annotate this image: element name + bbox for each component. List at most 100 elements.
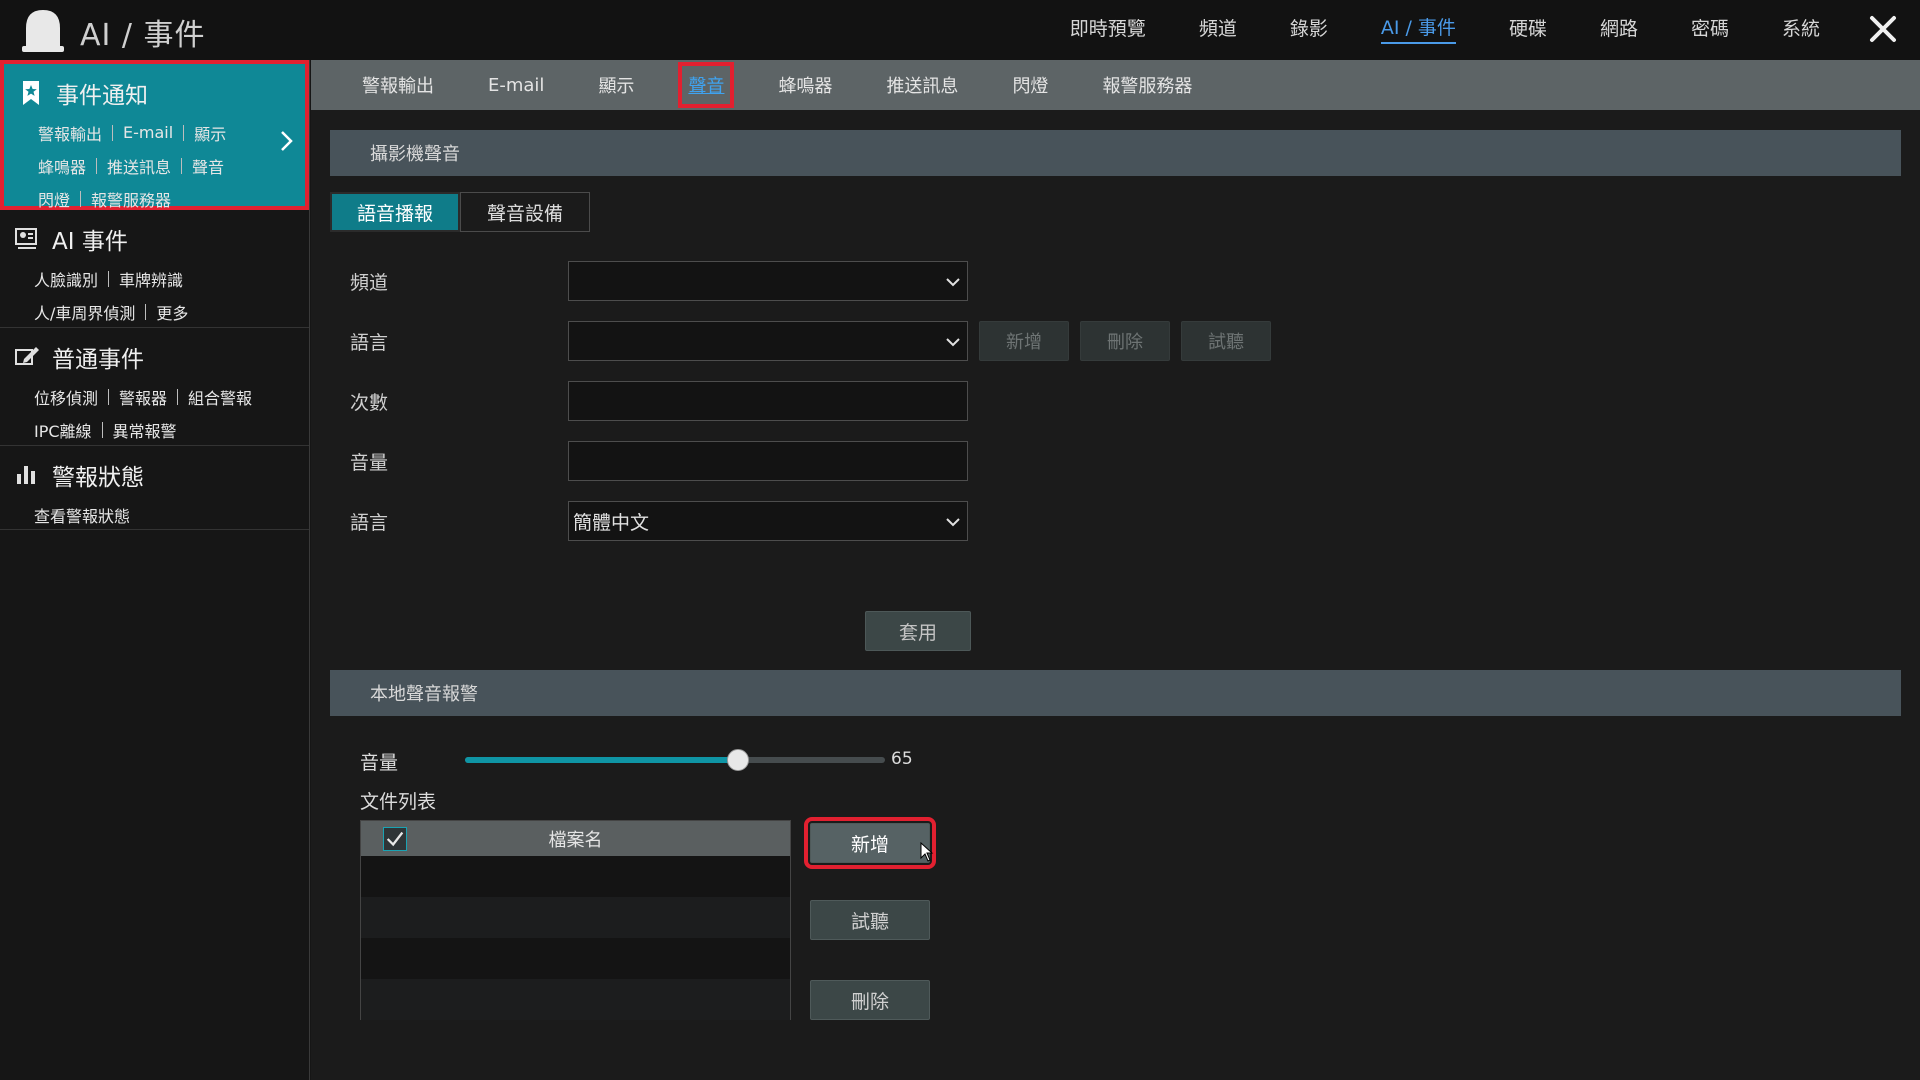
- sidebar-link-combined-alarm[interactable]: 組合警報: [188, 385, 252, 409]
- divider: [112, 124, 114, 141]
- sidebar-section-title: AI 事件: [52, 229, 128, 255]
- sidebar-link-buzzer[interactable]: 蜂鳴器: [38, 154, 86, 178]
- language2-label: 語言: [350, 511, 389, 534]
- page-title: AI / 事件: [80, 18, 206, 53]
- nav-network[interactable]: 網路: [1600, 14, 1638, 43]
- table-row[interactable]: [361, 979, 790, 1020]
- count-row: 次數: [350, 381, 968, 421]
- sidebar-link-email[interactable]: E-mail: [123, 123, 173, 142]
- language-delete-button[interactable]: 刪除: [1080, 321, 1170, 361]
- table-row[interactable]: [361, 938, 790, 979]
- chevron-down-icon: [946, 278, 960, 287]
- mode-tab-group: 語音播報 聲音設備: [330, 192, 590, 232]
- tab-email[interactable]: E-mail: [488, 75, 544, 96]
- count-input[interactable]: [568, 381, 968, 421]
- sidebar-link-ipc-offline[interactable]: IPC離線: [34, 418, 92, 442]
- sidebar-link-motion[interactable]: 位移偵測: [34, 385, 98, 409]
- count-label: 次數: [350, 391, 389, 414]
- sidebar-link-sound[interactable]: 聲音: [192, 154, 224, 178]
- top-bar: AI / 事件 即時預覽 頻道 錄影 AI / 事件 硬碟 網路 密碼 系統: [0, 0, 1920, 60]
- nav-live-preview[interactable]: 即時預覽: [1070, 14, 1146, 43]
- close-icon[interactable]: [1868, 14, 1898, 44]
- divider: [108, 388, 110, 405]
- divider: [183, 124, 185, 141]
- sidebar-link-view-alarm-status[interactable]: 查看警報狀態: [34, 503, 130, 527]
- sidebar-link-push[interactable]: 推送訊息: [107, 154, 171, 178]
- sidebar-section-normal-event[interactable]: 普通事件 位移偵測 警報器 組合警報 IPC離線 異常報警: [0, 328, 309, 446]
- file-name-column-header: 檔案名: [548, 829, 603, 851]
- language-row: 語言 新增 刪除 試聽: [350, 321, 1271, 361]
- channel-select[interactable]: [568, 261, 968, 301]
- table-row[interactable]: [361, 856, 790, 897]
- sidebar-link-alarm-server[interactable]: 報警服務器: [91, 187, 171, 211]
- sidebar-link-flash[interactable]: 閃燈: [38, 187, 70, 211]
- channel-label: 頻道: [350, 271, 389, 294]
- sidebar-section-title: 事件通知: [56, 83, 148, 109]
- language-select[interactable]: [568, 321, 968, 361]
- volume-value-readout: 65: [891, 749, 913, 769]
- section-header-local-sound: 本地聲音報警: [330, 670, 1901, 716]
- add-file-button[interactable]: 新增: [804, 817, 936, 869]
- divider: [145, 303, 147, 320]
- language2-select[interactable]: 簡體中文: [568, 501, 968, 541]
- sidebar-section-alarm-status[interactable]: 警報狀態 查看警報狀態: [0, 446, 309, 530]
- tab-alarm-output[interactable]: 警報輸出: [362, 72, 434, 98]
- edit-event-icon: [15, 347, 39, 365]
- sidebar-link-plate-recognition[interactable]: 車牌辨識: [119, 267, 183, 291]
- mouse-cursor-icon: [920, 842, 934, 862]
- sidebar-link-exception[interactable]: 異常報警: [113, 418, 177, 442]
- tab-alarm-server[interactable]: 報警服務器: [1102, 72, 1192, 98]
- table-header: 檔案名: [361, 821, 790, 856]
- volume-slider-thumb[interactable]: [727, 749, 749, 771]
- volume-slider-fill: [465, 757, 738, 763]
- sidebar-section-title: 普通事件: [52, 347, 144, 373]
- language-label: 語言: [350, 331, 389, 354]
- sidebar-link-face-recognition[interactable]: 人臉識別: [34, 267, 98, 291]
- volume-input[interactable]: [568, 441, 968, 481]
- tab-buzzer[interactable]: 蜂鳴器: [778, 72, 832, 98]
- preview-file-button[interactable]: 試聽: [810, 900, 930, 940]
- nav-disk[interactable]: 硬碟: [1509, 14, 1547, 43]
- apply-button[interactable]: 套用: [865, 611, 971, 651]
- divider: [80, 190, 82, 207]
- language-add-button[interactable]: 新增: [979, 321, 1069, 361]
- chevron-right-icon: [281, 131, 293, 151]
- ai-face-icon: [15, 228, 37, 249]
- nav-password[interactable]: 密碼: [1691, 14, 1729, 43]
- sidebar: 事件通知 警報輸出 E-mail 顯示 蜂鳴器 推送訊息 聲音 閃燈 報警服務器: [0, 60, 310, 1080]
- divider: [101, 421, 103, 438]
- chevron-down-icon: [946, 338, 960, 347]
- language2-row: 語言 簡體中文: [350, 501, 968, 541]
- delete-file-button[interactable]: 刪除: [810, 980, 930, 1020]
- tab-sound[interactable]: 聲音: [678, 62, 735, 108]
- select-all-checkbox[interactable]: [383, 827, 407, 851]
- language-preview-button[interactable]: 試聽: [1181, 321, 1271, 361]
- tab-push[interactable]: 推送訊息: [886, 72, 958, 98]
- language2-value: 簡體中文: [573, 511, 650, 534]
- sidebar-link-display[interactable]: 顯示: [194, 121, 226, 145]
- bookmark-star-icon: [23, 81, 39, 105]
- divider: [108, 270, 110, 287]
- tab-flash[interactable]: 閃燈: [1012, 72, 1048, 98]
- tab-display[interactable]: 顯示: [598, 72, 634, 98]
- sidebar-link-alarm-sensor[interactable]: 警報器: [119, 385, 167, 409]
- nav-record[interactable]: 錄影: [1290, 14, 1328, 43]
- sidebar-link-more[interactable]: 更多: [156, 300, 188, 324]
- chevron-down-icon: [946, 518, 960, 527]
- tab-voice-broadcast[interactable]: 語音播報: [330, 192, 460, 232]
- divider: [96, 157, 98, 174]
- nav-channel[interactable]: 頻道: [1199, 14, 1237, 43]
- sidebar-section-event-notify[interactable]: 事件通知 警報輸出 E-mail 顯示 蜂鳴器 推送訊息 聲音 閃燈 報警服務器: [0, 60, 309, 210]
- tab-sound-device[interactable]: 聲音設備: [460, 192, 590, 232]
- sidebar-section-ai-event[interactable]: AI 事件 人臉識別 車牌辨識 人/車周界偵測 更多: [0, 210, 309, 328]
- section-header-camera-sound: 攝影機聲音: [330, 130, 1901, 176]
- sidebar-link-alarm-output[interactable]: 警報輸出: [38, 121, 102, 145]
- nav-ai-event[interactable]: AI / 事件: [1380, 13, 1456, 44]
- sidebar-link-perimeter[interactable]: 人/車周界偵測: [34, 300, 135, 324]
- volume-row: 音量: [350, 441, 968, 481]
- volume-label: 音量: [350, 451, 389, 474]
- local-volume-label: 音量: [360, 752, 399, 774]
- nav-system[interactable]: 系統: [1782, 14, 1820, 43]
- table-row[interactable]: [361, 897, 790, 938]
- volume-slider[interactable]: [465, 749, 885, 771]
